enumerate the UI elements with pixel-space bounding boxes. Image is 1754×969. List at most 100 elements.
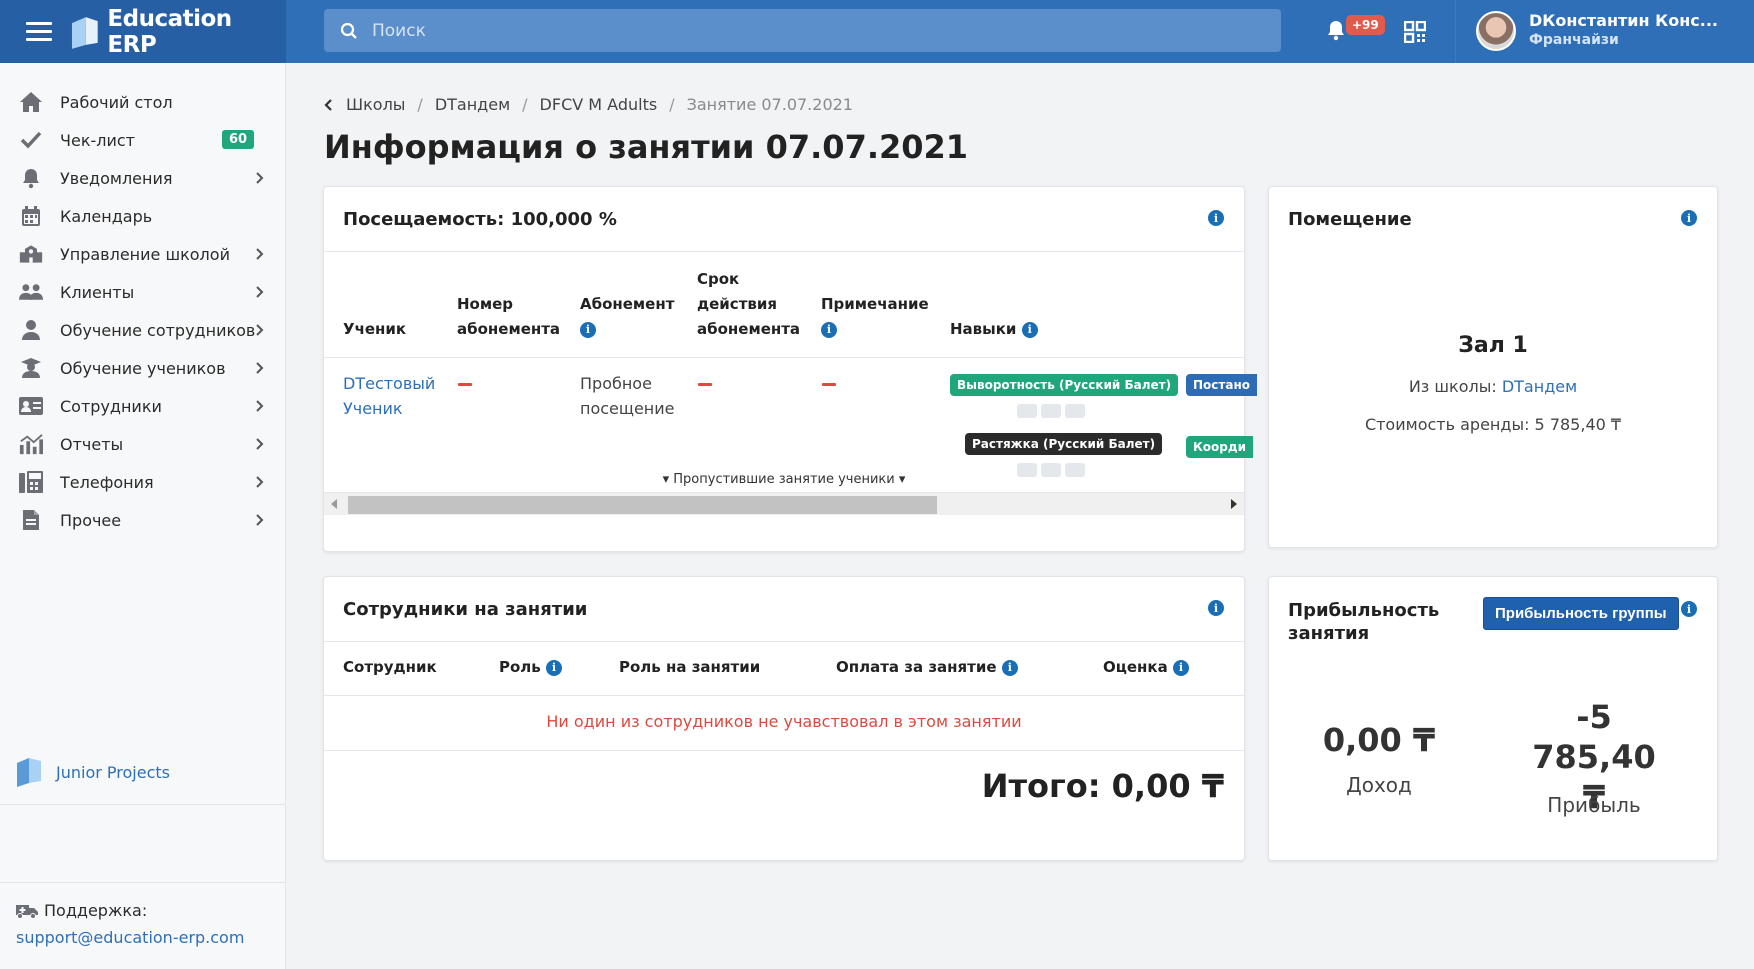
chevron-right-icon <box>256 476 264 488</box>
profit-card: Прибыльность занятия Прибыльность группы … <box>1268 576 1718 861</box>
skill-tag[interactable]: Растяжка (Русский Балет) <box>965 433 1163 455</box>
junior-projects-link[interactable]: Junior Projects <box>16 757 170 787</box>
sidebar-item-clients[interactable]: Клиенты <box>0 273 286 311</box>
empty-value-dash <box>458 383 472 386</box>
attendance-card: Посещаемость: 100,000 % i Ученик Номер аб… <box>323 186 1257 552</box>
user-tie-icon <box>22 320 40 340</box>
chevron-left-icon[interactable] <box>324 98 332 111</box>
col-header-lesson-role: Роль на занятии <box>619 658 761 676</box>
divider <box>324 750 1244 751</box>
search-icon <box>340 22 357 39</box>
horizontal-scrollbar[interactable] <box>324 492 1244 515</box>
info-icon[interactable]: i <box>1681 601 1697 617</box>
fax-icon <box>19 471 43 493</box>
chevron-right-icon <box>256 438 264 450</box>
school-link[interactable]: DТандем <box>1502 377 1577 396</box>
brand-area: Education ERP <box>0 0 286 63</box>
sidebar-item-school-management[interactable]: Управление школой <box>0 235 286 273</box>
breadcrumb-separator: / <box>669 95 675 114</box>
ambulance-icon <box>16 904 38 919</box>
student-link[interactable]: DТестовый Ученик <box>343 371 435 421</box>
empty-value-dash <box>698 383 712 386</box>
menu-icon[interactable] <box>26 22 52 41</box>
info-icon[interactable]: i <box>1208 600 1224 616</box>
info-icon[interactable]: i <box>1001 659 1018 676</box>
sidebar-item-calendar[interactable]: Календарь <box>0 197 286 235</box>
scrollbar-thumb[interactable] <box>348 496 937 514</box>
user-separator <box>1455 0 1456 63</box>
check-icon <box>20 131 42 149</box>
attendance-title: Посещаемость: 100,000 % <box>343 209 617 230</box>
skill-rating[interactable] <box>1017 404 1085 418</box>
top-bar: Education ERP +99 DКонстантин Конс... Фр… <box>0 0 1754 63</box>
scroll-left-icon[interactable] <box>331 499 337 509</box>
sidebar-item-label: Календарь <box>60 206 153 226</box>
sidebar-item-dashboard[interactable]: Рабочий стол <box>0 83 286 121</box>
breadcrumb-separator: / <box>417 95 423 114</box>
sidebar-item-staff-training[interactable]: Обучение сотрудников <box>0 311 286 349</box>
room-name: Зал 1 <box>1458 333 1528 358</box>
info-icon[interactable]: i <box>1681 210 1697 226</box>
support-title: Поддержка: <box>44 901 148 920</box>
skill-tag[interactable]: Выворотность (Русский Балет) <box>950 374 1179 396</box>
sidebar-item-student-training[interactable]: Обучение учеников <box>0 349 286 387</box>
user-role: Франчайзи <box>1529 32 1619 48</box>
room-title: Помещение <box>1288 209 1412 230</box>
sidebar-divider <box>0 882 286 883</box>
sidebar-item-label: Клиенты <box>60 282 135 302</box>
skill-tag[interactable]: Коорди <box>1186 436 1253 458</box>
sidebar-item-label: Уведомления <box>60 168 173 188</box>
profit-title: Прибыльность занятия <box>1288 600 1440 644</box>
notification-count-badge[interactable]: +99 <box>1346 15 1385 35</box>
info-icon[interactable]: i <box>1208 210 1224 226</box>
sidebar-item-reports[interactable]: Отчеты <box>0 425 286 463</box>
avatar[interactable] <box>1476 11 1516 51</box>
graduate-icon <box>21 358 41 378</box>
sidebar-item-label: Отчеты <box>60 434 124 454</box>
search-bar[interactable] <box>324 9 1281 52</box>
breadcrumb-group[interactable]: DFCV M Adults <box>540 95 658 114</box>
sidebar-item-label: Прочее <box>60 510 122 530</box>
divider <box>324 641 1244 642</box>
users-icon <box>19 284 43 300</box>
breadcrumb: Школы / DТандем / DFCV M Adults / Заняти… <box>324 95 853 114</box>
col-header-payment: Оплата за занятие i <box>836 655 1018 680</box>
col-header-skills: Навыки i <box>950 317 1038 342</box>
room-rent: Стоимость аренды: 5 785,40 ₸ <box>1364 415 1622 434</box>
col-header-employee: Сотрудник <box>343 658 437 676</box>
skill-tag[interactable]: Постано <box>1186 374 1257 396</box>
apps-grid-icon[interactable] <box>1404 21 1426 43</box>
checklist-count-badge: 60 <box>222 130 255 149</box>
breadcrumb-school[interactable]: DТандем <box>435 95 510 114</box>
sidebar-item-label: Сотрудники <box>60 396 162 416</box>
info-icon[interactable]: i <box>546 659 563 676</box>
logo-icon <box>71 16 98 49</box>
info-icon[interactable]: i <box>1172 659 1189 676</box>
sidebar-item-telephony[interactable]: Телефония <box>0 463 286 501</box>
info-icon[interactable]: i <box>821 321 837 338</box>
user-name[interactable]: DКонстантин Конс... <box>1529 11 1718 30</box>
sidebar-item-label: Рабочий стол <box>60 92 173 112</box>
sidebar-item-employees[interactable]: Сотрудники <box>0 387 286 425</box>
bell-icon[interactable] <box>1326 19 1346 41</box>
breadcrumb-schools[interactable]: Школы <box>346 95 405 114</box>
sidebar-item-checklist[interactable]: Чек-лист 60 <box>0 121 286 159</box>
search-input[interactable] <box>372 20 1252 41</box>
scroll-right-icon[interactable] <box>1231 499 1237 509</box>
subscription-value: Пробное посещение <box>580 374 675 418</box>
info-icon[interactable]: i <box>1021 321 1038 338</box>
group-profitability-button[interactable]: Прибыльность группы <box>1483 597 1679 630</box>
sidebar-item-notifications[interactable]: Уведомления <box>0 159 286 197</box>
chevron-right-icon <box>256 324 264 336</box>
col-header-number: Номер абонемента <box>457 295 561 338</box>
staff-empty-message: Ни один из сотрудников не учавствовал в … <box>546 712 1022 731</box>
chevron-right-icon <box>256 248 264 260</box>
profit-label: Прибыль <box>1547 793 1641 817</box>
brand-name[interactable]: Education ERP <box>107 6 286 58</box>
sidebar-item-other[interactable]: Прочее <box>0 501 286 539</box>
info-icon[interactable]: i <box>580 321 596 338</box>
bell-icon <box>23 169 39 189</box>
breadcrumb-current: Занятие 07.07.2021 <box>686 95 853 114</box>
support-email-link[interactable]: support@education-erp.com <box>16 928 244 947</box>
missed-students-toggle[interactable]: ▾ Пропустившие занятие ученики ▾ <box>324 472 1244 487</box>
